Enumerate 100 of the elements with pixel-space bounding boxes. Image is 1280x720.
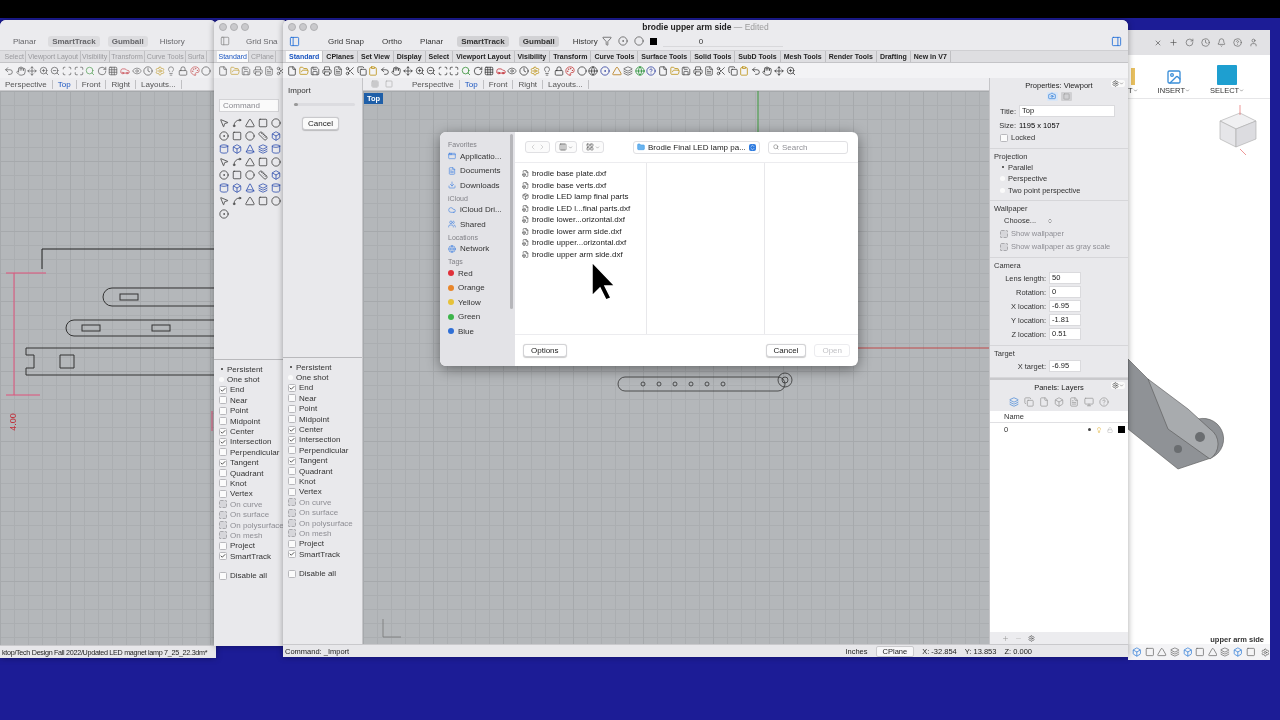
file-name[interactable]: brodie LED lamp final parts	[532, 192, 629, 202]
triangle-icon[interactable]	[611, 65, 622, 76]
gear-menu-button[interactable]	[1111, 80, 1125, 87]
box-icon[interactable]	[271, 131, 281, 141]
cancel-button[interactable]: Cancel	[302, 117, 339, 130]
plus-icon[interactable]	[1169, 38, 1178, 47]
zoom-out-icon[interactable]	[50, 65, 61, 76]
globe-icon[interactable]	[588, 65, 599, 76]
circle-icon[interactable]	[201, 65, 212, 76]
checkbox[interactable]	[288, 404, 296, 413]
checkbox[interactable]	[219, 541, 227, 550]
zoom-out-icon[interactable]	[426, 65, 437, 76]
checkbox[interactable]	[288, 383, 296, 392]
eye-icon[interactable]	[507, 65, 518, 76]
sidebar-item[interactable]: Shared	[460, 219, 486, 229]
cylinder-icon[interactable]	[271, 183, 281, 193]
eye-icon[interactable]	[131, 65, 142, 76]
checkbox[interactable]	[288, 550, 296, 559]
square-icon[interactable]	[1195, 647, 1205, 657]
file-name[interactable]: brodie base verts.dxf	[532, 180, 607, 190]
sidebar-item[interactable]: iCloud Dri...	[460, 205, 502, 215]
viewport-tab[interactable]: Layouts...	[136, 79, 182, 89]
layers-icon[interactable]	[258, 183, 268, 193]
viewport-tab[interactable]: Perspective	[407, 79, 460, 89]
close-icon[interactable]	[1154, 38, 1162, 47]
cylinder-icon[interactable]	[219, 183, 229, 193]
help-icon[interactable]	[646, 65, 657, 76]
checkbox[interactable]	[288, 425, 296, 434]
help-icon[interactable]	[1233, 38, 1242, 47]
cylinder-icon[interactable]	[271, 144, 281, 154]
pointer-icon[interactable]	[219, 157, 229, 167]
toolbar-toggle[interactable]: Ortho	[378, 35, 407, 47]
save-icon[interactable]	[681, 65, 692, 76]
box-icon[interactable]	[1182, 647, 1193, 657]
checkbox[interactable]	[219, 437, 227, 446]
file-icon[interactable]	[522, 170, 529, 178]
document-icon[interactable]	[333, 65, 344, 76]
target-icon[interactable]	[219, 170, 229, 180]
square-icon[interactable]	[232, 131, 242, 141]
circle-icon[interactable]	[271, 157, 281, 167]
file-name[interactable]: brodie upper arm side.dxf	[532, 249, 623, 259]
file-icon[interactable]	[522, 250, 529, 258]
checkbox[interactable]	[219, 571, 227, 580]
cylinder-icon[interactable]	[219, 144, 229, 154]
panel-icon[interactable]	[1111, 35, 1122, 47]
move-icon[interactable]	[27, 65, 38, 76]
file-icon[interactable]	[522, 216, 529, 224]
document-icon[interactable]	[448, 166, 456, 175]
cone-icon[interactable]	[245, 144, 255, 154]
gear-menu-button[interactable]	[1111, 382, 1125, 389]
search-icon[interactable]	[460, 65, 471, 76]
package-icon[interactable]	[522, 193, 529, 201]
file-name[interactable]: brodie lower arm side.dxf	[532, 226, 622, 236]
printer-icon[interactable]	[692, 65, 703, 76]
checkbox[interactable]	[288, 456, 296, 465]
file-icon[interactable]	[1039, 397, 1049, 407]
maximize-icon[interactable]	[73, 65, 84, 76]
layer-field[interactable]: 0	[662, 35, 783, 47]
sidebar-item[interactable]: Applicatio...	[460, 151, 502, 161]
sidebar-icon[interactable]	[289, 35, 300, 47]
stepper-icon[interactable]	[748, 143, 756, 151]
monitor-icon[interactable]	[1084, 397, 1094, 407]
dialog-button[interactable]: Cancel	[765, 344, 807, 357]
checkbox[interactable]	[219, 406, 227, 415]
undo-icon[interactable]	[379, 65, 390, 76]
cloud-icon[interactable]	[448, 205, 456, 214]
gear-icon[interactable]	[1028, 634, 1035, 642]
toolbar-toggle[interactable]: Planar	[416, 35, 448, 47]
folder-icon[interactable]	[298, 65, 309, 76]
checkbox[interactable]	[288, 394, 296, 403]
toolbar-toggle[interactable]: Grid Snap	[324, 35, 369, 47]
checkbox[interactable]	[288, 415, 296, 424]
checkbox[interactable]	[219, 489, 227, 498]
scissors-icon[interactable]	[715, 65, 726, 76]
globe-icon[interactable]	[634, 65, 645, 76]
undo-icon[interactable]	[750, 65, 761, 76]
file-icon[interactable]	[218, 65, 228, 76]
toolbar-toggle[interactable]: History	[568, 35, 602, 47]
zoom-in-icon[interactable]	[38, 65, 49, 76]
clipboard-icon[interactable]	[368, 65, 379, 76]
clipboard-icon[interactable]	[739, 65, 750, 76]
clock-icon[interactable]	[518, 65, 529, 76]
viewport-tab[interactable]: Layouts...	[543, 79, 589, 89]
caret-icon[interactable]	[568, 144, 573, 150]
layers-icon[interactable]	[1169, 647, 1180, 657]
help-icon[interactable]	[1099, 397, 1109, 407]
toolbar-toggle[interactable]: Gumball	[107, 35, 148, 47]
checkbox[interactable]	[288, 467, 296, 476]
printer-icon[interactable]	[252, 65, 263, 76]
sidebar-item[interactable]: Green	[458, 312, 481, 322]
hand-icon[interactable]	[391, 65, 402, 76]
gear-icon[interactable]	[1112, 382, 1119, 389]
file-name[interactable]: brodie base plate.dxf	[532, 169, 607, 179]
hand-icon[interactable]	[15, 65, 26, 76]
layer-color-swatch[interactable]	[1118, 426, 1125, 433]
checkbox[interactable]	[288, 539, 296, 548]
triangle-icon[interactable]	[1207, 647, 1218, 657]
triangle-icon[interactable]	[245, 196, 255, 206]
filter-icon[interactable]	[601, 36, 612, 46]
square-icon[interactable]	[258, 157, 268, 167]
